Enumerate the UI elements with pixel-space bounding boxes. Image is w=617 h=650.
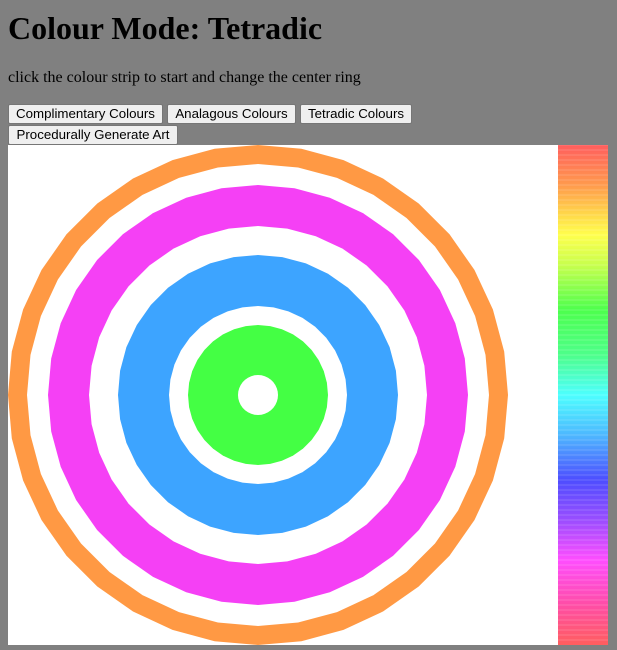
rings-drawing <box>8 145 508 645</box>
instruction-text: click the colour strip to start and chan… <box>8 69 361 86</box>
procedurally-generate-art-button[interactable]: Procedurally Generate Art <box>8 125 178 145</box>
center-hole <box>238 375 278 415</box>
art-canvas[interactable] <box>8 145 558 645</box>
colour-strip[interactable] <box>558 145 608 645</box>
colour-strip-lines <box>558 145 608 641</box>
complimentary-colours-button[interactable]: Complimentary Colours <box>8 104 163 124</box>
page-title: Colour Mode: Tetradic <box>8 10 323 46</box>
tetradic-colours-button[interactable]: Tetradic Colours <box>300 104 412 124</box>
analagous-colours-button[interactable]: Analagous Colours <box>167 104 296 124</box>
